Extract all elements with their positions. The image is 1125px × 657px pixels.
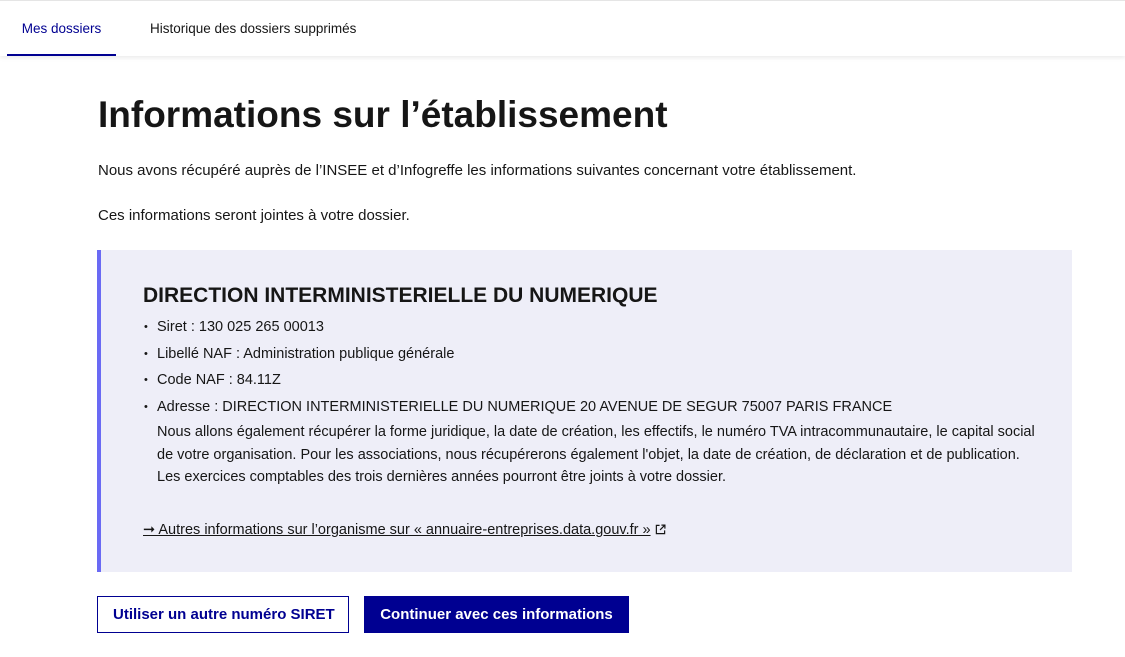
page-title: Informations sur l’établissement <box>98 94 668 135</box>
annuaire-link-text: ➞ Autres informations sur l’organisme su… <box>143 522 651 538</box>
tabs-bar: Mes dossiers Historique des dossiers sup… <box>0 0 1125 56</box>
intro-text: Nous avons récupéré auprès de l’INSEE et… <box>98 162 857 179</box>
notice-accounting: Les exercices comptables des trois derni… <box>157 469 727 485</box>
detail-libelle-naf: Libellé NAF : Administration publique gé… <box>143 343 1043 365</box>
annuaire-entreprises-link[interactable]: ➞ Autres informations sur l’organisme su… <box>143 519 666 541</box>
use-other-siret-button[interactable]: Utiliser un autre numéro SIRET <box>97 596 349 633</box>
external-link-icon <box>655 520 666 535</box>
tab-mes-dossiers[interactable]: Mes dossiers <box>7 1 116 56</box>
establishment-name: DIRECTION INTERMINISTERIELLE DU NUMERIQU… <box>143 284 658 307</box>
establishment-callout: DIRECTION INTERMINISTERIELLE DU NUMERIQU… <box>97 250 1072 572</box>
tab-historique-dossiers-supprimes[interactable]: Historique des dossiers supprimés <box>150 1 356 56</box>
attachment-note: Ces informations seront jointes à votre … <box>98 207 410 224</box>
detail-adresse: Adresse : DIRECTION INTERMINISTERIELLE D… <box>143 396 1043 418</box>
additional-info-notice: Nous allons également récupérer la forme… <box>157 421 1037 489</box>
detail-code-naf: Code NAF : 84.11Z <box>143 369 1043 391</box>
detail-siret: Siret : 130 025 265 00013 <box>143 316 1043 338</box>
notice-retrieved-fields: Nous allons également récupérer la forme… <box>157 424 1035 463</box>
establishment-details-list: Siret : 130 025 265 00013 Libellé NAF : … <box>143 316 1043 422</box>
continue-button[interactable]: Continuer avec ces informations <box>364 596 629 633</box>
